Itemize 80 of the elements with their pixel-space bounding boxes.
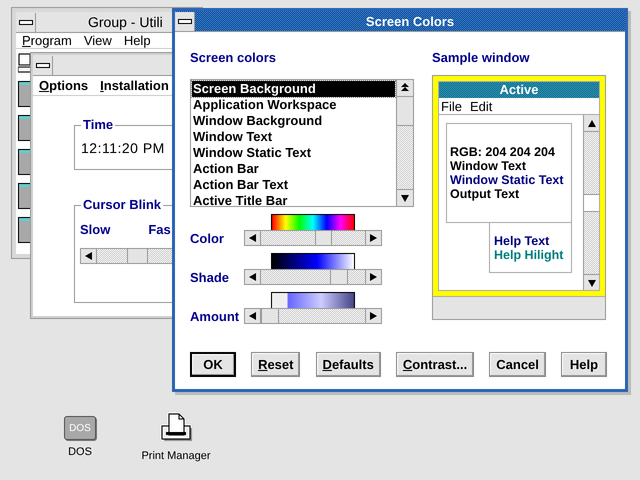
color-slider[interactable] — [244, 230, 382, 246]
program-icon[interactable] — [18, 115, 32, 141]
menu-item[interactable]: Options — [39, 78, 88, 93]
scroll-left-button[interactable] — [245, 270, 261, 284]
right-arrow-icon — [370, 273, 377, 281]
scroll-right-button[interactable] — [365, 270, 381, 284]
list-item[interactable]: Application Workspace — [192, 97, 395, 113]
system-menu-icon[interactable] — [16, 12, 36, 32]
computer-icon[interactable] — [18, 53, 32, 73]
color-slider[interactable] — [244, 269, 382, 285]
scroll-left-button[interactable] — [245, 309, 261, 323]
slider-label: Amount — [190, 309, 240, 324]
sample-text: Output Text — [450, 187, 520, 201]
scroll-down-button[interactable] — [397, 189, 413, 206]
program-icon[interactable] — [18, 81, 32, 107]
scroll-right-button[interactable] — [365, 231, 381, 245]
fast-label: Fas — [148, 222, 171, 237]
color-element-list[interactable]: Screen Background Application Workspace Window Background Window Text Window Static Text Action Bar Action Bar Text Active Title Bar — [190, 79, 414, 207]
program-icon[interactable] — [18, 149, 32, 175]
system-menu-icon[interactable] — [175, 12, 195, 30]
sample-text: Window Text — [450, 159, 528, 173]
up-arrow-icon — [588, 120, 596, 126]
left-arrow-icon — [249, 312, 256, 320]
dialog-button[interactable]: Help — [560, 352, 607, 377]
scroll-thumb[interactable] — [584, 194, 600, 212]
scroll-left-button[interactable] — [245, 231, 261, 245]
window-title: Group - Utili — [88, 14, 163, 30]
slow-label: Slow — [80, 222, 110, 237]
dialog-button[interactable]: Cancel — [489, 352, 546, 377]
list-item[interactable]: Window Static Text — [192, 145, 395, 161]
program-icon[interactable] — [18, 217, 32, 243]
list-item[interactable]: Action Bar Text — [192, 177, 395, 193]
list-scrollbar[interactable] — [396, 80, 413, 206]
system-menu-icon[interactable] — [33, 56, 53, 74]
left-arrow-icon — [249, 273, 256, 281]
down-arrow-icon — [588, 280, 596, 286]
page-up-arrow-icon — [401, 83, 409, 93]
menu-item[interactable]: Help — [124, 33, 151, 48]
list-item[interactable]: Active Title Bar — [192, 193, 395, 209]
color-slider[interactable] — [244, 308, 382, 324]
program-icon[interactable] — [18, 183, 32, 209]
menu-item[interactable]: Installation — [100, 78, 169, 93]
left-arrow-icon — [85, 252, 92, 260]
screen-colors-label: Screen colors — [190, 50, 277, 65]
right-arrow-icon — [370, 234, 377, 242]
sample-title-bar: Active — [439, 82, 599, 98]
list-item[interactable]: Action Bar — [192, 161, 395, 177]
slider-label: Shade — [190, 270, 230, 285]
list-item[interactable]: Window Background — [192, 113, 395, 129]
down-arrow-icon — [401, 194, 409, 202]
slider-thumb[interactable] — [314, 231, 332, 245]
menu-item[interactable]: Program — [22, 33, 72, 48]
scroll-up-button[interactable] — [397, 80, 413, 97]
scroll-right-button[interactable] — [365, 309, 381, 323]
dialog-button[interactable]: OK — [190, 352, 236, 377]
dialog-button[interactable]: Contrast... — [396, 352, 474, 377]
desktop-icon-label[interactable]: Print Manager — [141, 450, 211, 462]
right-arrow-icon — [370, 312, 377, 320]
group-label: Time — [81, 117, 116, 132]
list-scroll-thumb[interactable] — [397, 97, 413, 126]
left-arrow-icon — [249, 234, 256, 242]
group-label: Cursor Blink — [81, 197, 164, 212]
sample-window-label: Sample window — [432, 50, 531, 65]
dialog-button[interactable]: Reset — [251, 352, 300, 377]
list-item[interactable]: Screen Background — [192, 81, 395, 97]
desktop-icon-label[interactable]: DOS — [68, 446, 92, 458]
list-item[interactable]: Window Text — [192, 129, 395, 145]
slider-thumb[interactable] — [330, 270, 348, 284]
sample-text: RGB: 204 204 204 — [450, 145, 556, 159]
time-value: 12:11:20 PM — [81, 140, 165, 156]
dialog-button[interactable]: Defaults — [316, 352, 381, 377]
slider-thumb[interactable] — [261, 309, 279, 323]
scroll-left-button[interactable] — [81, 249, 97, 263]
scroll-thumb[interactable] — [127, 249, 148, 263]
menu-item[interactable]: View — [84, 33, 112, 48]
sample-help-text: Help Hilight — [494, 248, 564, 262]
sample-help-text: Help Text — [494, 234, 550, 248]
slider-label: Color — [190, 231, 225, 246]
sample-text: Window Static Text — [450, 173, 565, 187]
window-title: Screen Colors — [364, 14, 456, 28]
